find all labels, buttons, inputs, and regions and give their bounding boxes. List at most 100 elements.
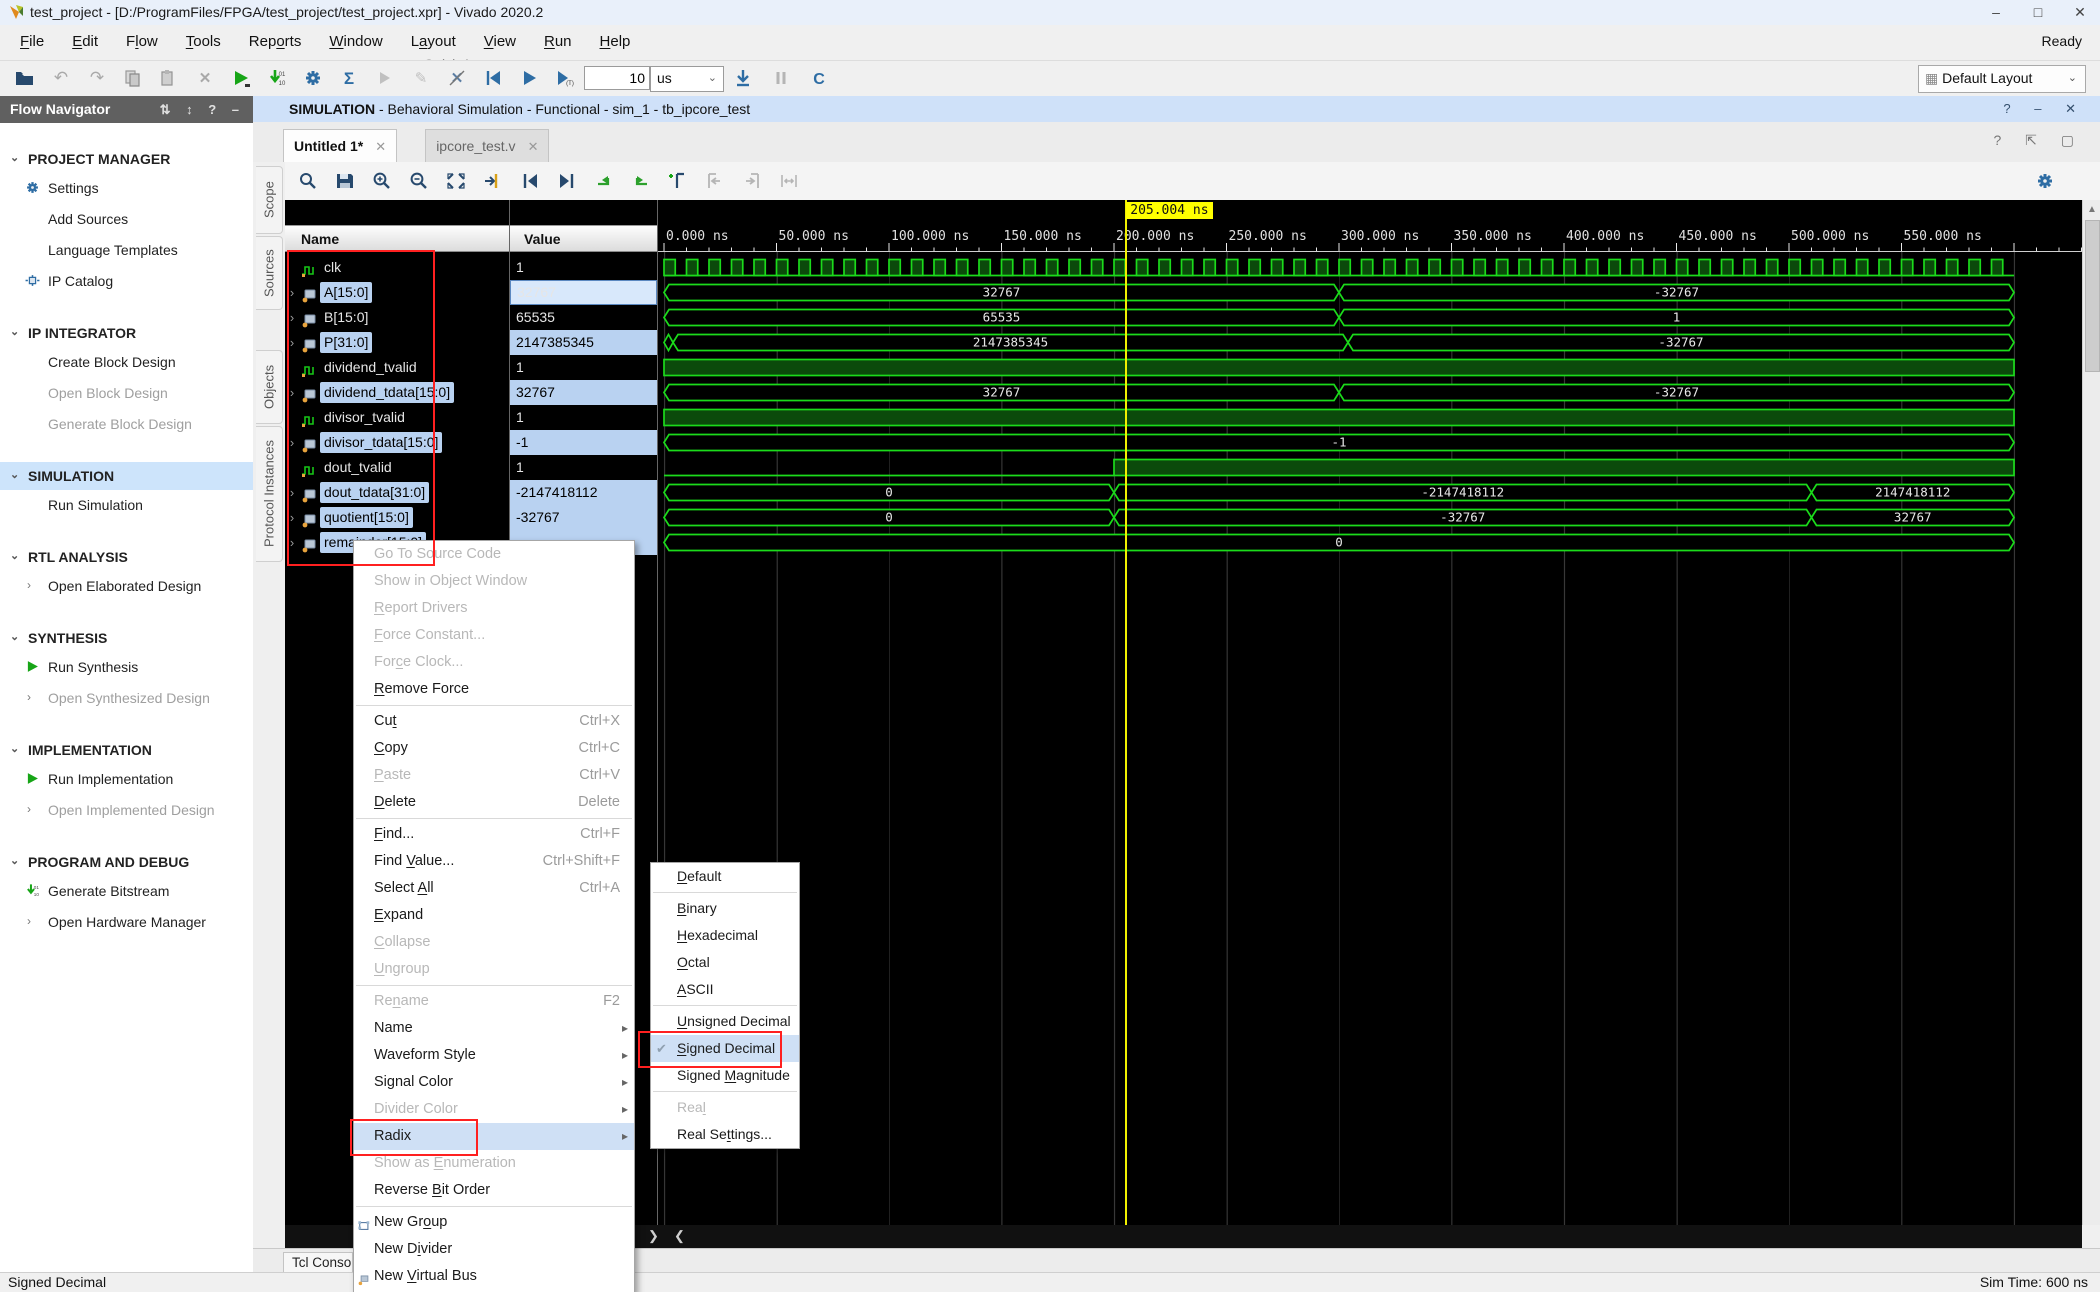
goto-time-end-icon[interactable] bbox=[737, 168, 767, 194]
expander-icon[interactable]: › bbox=[285, 330, 299, 355]
menu-item-reverse-bit-order[interactable]: Reverse Bit Order bbox=[354, 1177, 634, 1204]
signal-row-name[interactable]: dout_tvalid bbox=[285, 455, 509, 480]
sidebar-section-project-manager[interactable]: ⌄PROJECT MANAGER bbox=[0, 145, 253, 173]
sidebar-item-generate-bitstream[interactable]: 0110Generate Bitstream bbox=[0, 876, 253, 907]
side-tab-sources[interactable]: Sources bbox=[256, 236, 283, 310]
expander-icon[interactable]: › bbox=[285, 305, 299, 330]
waveform-row-dout-tdata-31-0-[interactable]: 0-21474181122147418112 bbox=[658, 480, 2082, 505]
signal-value-cell[interactable]: 1 bbox=[510, 255, 657, 280]
fit-selection-icon[interactable] bbox=[774, 168, 804, 194]
scroll-up-icon[interactable]: ▲ bbox=[2083, 200, 2100, 215]
menu-tools[interactable]: Tools bbox=[172, 25, 235, 60]
sidebar-section-rtl-analysis[interactable]: ⌄RTL ANALYSIS bbox=[0, 543, 253, 571]
signal-row-name[interactable]: ›dout_tdata[31:0] bbox=[285, 480, 509, 505]
waveform-settings-gear-icon[interactable] bbox=[2030, 168, 2060, 194]
generate-bitstream-step-icon[interactable]: 0110 bbox=[262, 65, 292, 91]
waveform-row-a-15-0-[interactable]: 32767-32767 bbox=[658, 280, 2082, 305]
menu-item-name[interactable]: Name▸ bbox=[354, 1015, 634, 1042]
tab-tcl-console[interactable]: Tcl Console bbox=[283, 1252, 353, 1273]
menu-item-copy[interactable]: CopyCtrl+C bbox=[354, 735, 634, 762]
radix-option-binary[interactable]: Binary bbox=[651, 895, 799, 922]
expander-icon[interactable]: › bbox=[285, 380, 299, 405]
signal-value-cell[interactable]: -32767 bbox=[510, 505, 657, 530]
paste-icon[interactable] bbox=[154, 65, 184, 91]
open-project-icon[interactable] bbox=[10, 65, 40, 91]
tab-close-icon[interactable]: ✕ bbox=[528, 139, 539, 154]
menu-item-cut[interactable]: CutCtrl+X bbox=[354, 708, 634, 735]
sidebar-item-open-block-design[interactable]: Open Block Design bbox=[0, 378, 253, 409]
radix-option-signed-magnitude[interactable]: Signed Magnitude bbox=[651, 1062, 799, 1089]
delete-icon[interactable]: ✕ bbox=[190, 65, 220, 91]
menu-item-signal-color[interactable]: Signal Color▸ bbox=[354, 1069, 634, 1096]
tab-ipcore-test-v[interactable]: ipcore_test.v✕ bbox=[425, 129, 549, 162]
add-marker-icon[interactable] bbox=[663, 168, 693, 194]
menu-item-new-divider[interactable]: New Divider bbox=[354, 1236, 634, 1263]
menu-flow[interactable]: Flow bbox=[112, 25, 172, 60]
menu-layout[interactable]: Layout bbox=[397, 25, 470, 60]
menu-view[interactable]: View bbox=[470, 25, 530, 60]
waveform-row-quotient-15-0-[interactable]: 0-3276732767 bbox=[658, 505, 2082, 530]
waveform-plot-area[interactable]: 0.000 ns50.000 ns100.000 ns150.000 ns200… bbox=[658, 200, 2082, 1225]
run-time-input[interactable] bbox=[584, 66, 650, 90]
sidebar-item-generate-block-design[interactable]: Generate Block Design bbox=[0, 409, 253, 440]
redo-icon[interactable]: ↷ bbox=[82, 65, 112, 91]
expander-icon[interactable]: › bbox=[285, 480, 299, 505]
find-icon[interactable] bbox=[293, 168, 323, 194]
swap-cursor-right-icon[interactable] bbox=[626, 168, 656, 194]
menu-edit[interactable]: Edit bbox=[58, 25, 112, 60]
signal-value-cell[interactable]: 32767 bbox=[510, 380, 657, 405]
run-all-icon[interactable] bbox=[514, 65, 544, 91]
sidebar-section-ip-integrator[interactable]: ⌄IP INTEGRATOR bbox=[0, 319, 253, 347]
tab-bar-icons[interactable]: ? ⇱ ▢ bbox=[1993, 132, 2084, 149]
sidebar-item-open-implemented-design[interactable]: ›Open Implemented Design bbox=[0, 795, 253, 826]
scroll-left-icon[interactable]: ❮ bbox=[674, 1228, 685, 1244]
vertical-scrollbar[interactable]: ▲ bbox=[2082, 200, 2100, 1225]
swap-cursor-left-icon[interactable] bbox=[589, 168, 619, 194]
menu-help[interactable]: Help bbox=[586, 25, 645, 60]
menu-reports[interactable]: Reports bbox=[235, 25, 316, 60]
radix-option-unsigned-decimal[interactable]: Unsigned Decimal bbox=[651, 1008, 799, 1035]
scrollbar-thumb[interactable] bbox=[2085, 220, 2100, 372]
menu-item-delete[interactable]: DeleteDelete bbox=[354, 789, 634, 816]
tab-close-icon[interactable]: ✕ bbox=[375, 139, 386, 154]
radix-option-octal[interactable]: Octal bbox=[651, 949, 799, 976]
signal-row-name[interactable]: ›quotient[15:0] bbox=[285, 505, 509, 530]
signal-row-name[interactable]: ›P[31:0] bbox=[285, 330, 509, 355]
sidebar-item-run-implementation[interactable]: Run Implementation bbox=[0, 764, 253, 795]
undo-icon[interactable]: ↶ bbox=[46, 65, 76, 91]
signal-row-name[interactable]: dividend_tvalid bbox=[285, 355, 509, 380]
menu-window[interactable]: Window bbox=[315, 25, 396, 60]
menu-item-select-all[interactable]: Select AllCtrl+A bbox=[354, 875, 634, 902]
waveform-row-dividend-tdata-15-0-[interactable]: 32767-32767 bbox=[658, 380, 2082, 405]
signal-row-name[interactable]: ›dividend_tdata[15:0] bbox=[285, 380, 509, 405]
menu-run[interactable]: Run bbox=[530, 25, 586, 60]
waveform-row-b-15-0-[interactable]: 655351 bbox=[658, 305, 2082, 330]
sidebar-item-create-block-design[interactable]: Create Block Design bbox=[0, 347, 253, 378]
radix-option-ascii[interactable]: ASCII bbox=[651, 976, 799, 1003]
signal-row-name[interactable]: ›B[15:0] bbox=[285, 305, 509, 330]
menu-item-find-[interactable]: Find...Ctrl+F bbox=[354, 821, 634, 848]
sidebar-section-synthesis[interactable]: ⌄SYNTHESIS bbox=[0, 624, 253, 652]
kill-simulation-icon[interactable]: ✕ bbox=[442, 65, 472, 91]
radix-option-hexadecimal[interactable]: Hexadecimal bbox=[651, 922, 799, 949]
sidebar-section-simulation[interactable]: ⌄SIMULATION bbox=[0, 462, 253, 490]
zoom-out-icon[interactable] bbox=[404, 168, 434, 194]
minimize-icon[interactable]: – bbox=[1976, 2, 2016, 22]
menu-item-expand[interactable]: Expand bbox=[354, 902, 634, 929]
signal-row-name[interactable]: ›A[15:0] bbox=[285, 280, 509, 305]
waveform-row-divisor-tvalid[interactable] bbox=[658, 405, 2082, 430]
simulation-header-icons[interactable]: ? – ✕ bbox=[2003, 96, 2086, 122]
signal-value-cell[interactable]: 2147385345 bbox=[510, 330, 657, 355]
sidebar-section-implementation[interactable]: ⌄IMPLEMENTATION bbox=[0, 736, 253, 764]
layout-selector[interactable]: ▦ Default Layout ⌄ bbox=[1918, 65, 2086, 93]
sidebar-section-program-and-debug[interactable]: ⌄PROGRAM AND DEBUG bbox=[0, 848, 253, 876]
waveform-row-divisor-tdata-15-0-[interactable]: -1 bbox=[658, 430, 2082, 455]
signal-value-cell[interactable]: 65535 bbox=[510, 305, 657, 330]
signal-value-cell[interactable]: 1 bbox=[510, 405, 657, 430]
menu-file[interactable]: File bbox=[6, 25, 58, 60]
run-disabled-icon[interactable] bbox=[370, 65, 400, 91]
radix-option-real-settings-[interactable]: Real Settings... bbox=[651, 1121, 799, 1148]
sidebar-item-settings[interactable]: Settings bbox=[0, 173, 253, 204]
scroll-right-icon[interactable]: ❯ bbox=[648, 1228, 659, 1244]
name-column-header[interactable]: Name bbox=[285, 225, 509, 252]
